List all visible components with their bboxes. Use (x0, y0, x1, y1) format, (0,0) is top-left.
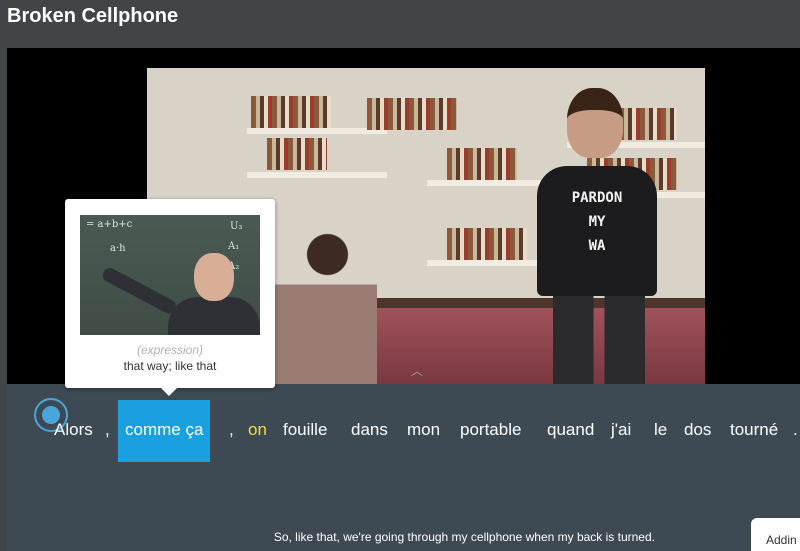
subtitle-word[interactable]: quand (547, 420, 594, 440)
subtitle-word: . (793, 420, 798, 439)
chevron-up-icon[interactable]: ︿ (411, 362, 423, 379)
sitting-person (267, 218, 377, 384)
side-panel-label: Addin (766, 533, 797, 547)
subtitle-word: , (229, 420, 234, 439)
subtitle-word[interactable]: Alors (54, 420, 93, 440)
side-panel-tab[interactable]: Addin (751, 518, 800, 551)
shirt-print: PARDON MY WA (571, 190, 623, 254)
subtitle-word[interactable]: portable (460, 420, 521, 440)
subtitle-word-selected[interactable]: comme ça (118, 400, 211, 462)
subtitle-word[interactable]: fouille (283, 420, 327, 440)
page-title: Broken Cellphone (7, 5, 179, 27)
subtitle-word[interactable]: dos (684, 420, 711, 440)
part-of-speech: (expression) (136, 343, 204, 357)
title-bar: Broken Cellphone (0, 0, 800, 48)
subtitle-word[interactable]: le (654, 420, 667, 440)
subtitle-word[interactable]: dans (351, 420, 388, 440)
subtitle-word[interactable]: tourné (730, 420, 778, 440)
subtitle-word-known[interactable]: on (248, 420, 267, 440)
translation-text: So, like that, we're going through my ce… (273, 530, 655, 544)
subtitle-word[interactable]: mon (407, 420, 440, 440)
definition-image: = a+b+c a·h U₃ A₁ A₂ (80, 215, 260, 335)
subtitle-panel: Alors , comme ça , on fouille dans mon p… (7, 384, 800, 551)
subtitle-word[interactable]: j'ai (611, 420, 631, 440)
subtitle-word: , (105, 420, 110, 439)
definition-text: that way; like that (123, 359, 217, 373)
word-definition-tooltip: = a+b+c a·h U₃ A₁ A₂ (expression) that w… (65, 199, 275, 396)
standing-person: PARDON MY WA (537, 88, 667, 384)
